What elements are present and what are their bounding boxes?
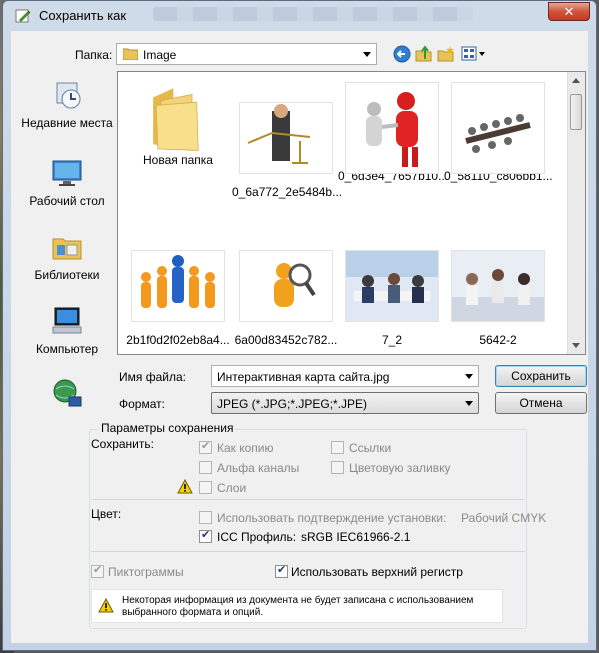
file-name: 2b1f0d2f02eb8a4... [126, 333, 230, 347]
warning-message-box: Некоторая информация из документа не буд… [91, 589, 503, 623]
proof-setup-checkbox[interactable] [199, 511, 212, 524]
folder-value: Image [143, 48, 177, 62]
chevron-down-icon[interactable] [465, 374, 473, 379]
dialog-body: Папка: Image Недавние места Рабочий стол… [11, 31, 588, 643]
uppercase-extension-label: Использовать верхний регистр [291, 565, 463, 579]
alpha-channels-checkbox[interactable] [199, 461, 212, 474]
as-copy-checkbox[interactable] [199, 439, 212, 454]
folder-dropdown[interactable]: Image [116, 43, 377, 65]
proof-setup-value: Рабочий CMYK [461, 511, 547, 525]
place-label: Недавние места [21, 116, 113, 130]
thumbnails-label: Пиктограммы [108, 565, 184, 579]
image-thumbnail [239, 250, 333, 322]
place-recent[interactable]: Недавние места [19, 79, 115, 130]
chevron-down-icon[interactable] [363, 52, 371, 57]
color-label: Цвет: [91, 507, 122, 521]
libraries-icon [52, 238, 82, 260]
close-button[interactable]: ✕ [548, 2, 590, 21]
save-label: Сохранить: [91, 437, 154, 451]
warning-text: Некоторая информация из документа не буд… [122, 595, 474, 618]
view-menu-icon[interactable] [461, 45, 487, 63]
vertical-scrollbar[interactable] [567, 72, 585, 354]
image-thumbnail [345, 82, 439, 174]
app-icon [15, 9, 31, 23]
window-title: Сохранить как [39, 8, 127, 23]
links-label: Ссылки [349, 441, 392, 455]
file-item[interactable]: 5642-2 [444, 250, 552, 347]
spot-colors-label: Цветовую заливку [349, 461, 451, 475]
desktop-icon [52, 160, 82, 186]
file-item[interactable]: 6a00d83452c782... [232, 250, 340, 347]
save-button[interactable]: Сохранить [495, 365, 587, 387]
layers-checkbox[interactable] [199, 481, 212, 494]
icc-profile-value: sRGB IEC61966-2.1 [301, 530, 411, 544]
computer-icon [52, 307, 82, 334]
as-copy-label: Как копию [217, 441, 274, 455]
image-thumbnail [131, 250, 225, 322]
image-thumbnail [451, 82, 545, 174]
icc-profile-label: ICC Профиль: [217, 530, 297, 544]
file-list[interactable]: Новая папка 0_6a772_2e5484b... 0_6d3e4_7… [117, 71, 586, 355]
network-icon [53, 379, 82, 407]
back-icon[interactable] [393, 45, 411, 63]
file-name: 0_6a772_2e5484b... [232, 185, 343, 199]
scroll-up-arrow-icon[interactable] [572, 78, 580, 83]
file-item[interactable]: Новая папка [124, 82, 232, 167]
uppercase-extension-checkbox[interactable] [275, 563, 288, 578]
filename-label: Имя файла: [119, 370, 186, 384]
place-label: Компьютер [35, 342, 99, 356]
title-bar[interactable]: Сохранить как ✕ [3, 1, 596, 31]
folder-icon [123, 48, 138, 60]
icc-profile-checkbox[interactable] [199, 528, 212, 543]
file-name: Новая папка [143, 153, 213, 167]
file-name: 7_2 [381, 333, 403, 347]
place-label: Рабочий стол [29, 194, 105, 208]
scrollbar-thumb[interactable] [570, 94, 582, 130]
place-computer[interactable]: Компьютер [19, 305, 115, 356]
recent-places-icon [56, 82, 81, 109]
chevron-down-icon[interactable] [465, 401, 473, 406]
save-options-title: Параметры сохранения [99, 421, 236, 435]
format-label: Формат: [119, 397, 165, 411]
layers-label: Слои [217, 481, 247, 495]
filename-value: Интерактивная карта сайта.jpg [217, 370, 390, 384]
file-item[interactable]: 2b1f0d2f02eb8a4... [124, 250, 232, 347]
warning-icon [98, 598, 114, 613]
folder-icon [132, 82, 224, 152]
filename-input[interactable]: Интерактивная карта сайта.jpg [211, 365, 479, 387]
divider [91, 499, 525, 500]
up-folder-icon[interactable] [415, 45, 433, 63]
format-dropdown[interactable]: JPEG (*.JPG;*.JPEG;*.JPE) [211, 392, 479, 414]
image-thumbnail [451, 250, 545, 322]
place-label: Библиотеки [34, 268, 100, 282]
title-bar-background [153, 7, 473, 21]
folder-label: Папка: [75, 48, 113, 62]
warning-icon [177, 479, 193, 494]
alpha-channels-label: Альфа каналы [217, 461, 300, 475]
save-as-dialog: Сохранить как ✕ Папка: Image Недавние ме… [2, 0, 597, 651]
links-checkbox[interactable] [331, 441, 344, 454]
place-libraries[interactable]: Библиотеки [19, 231, 115, 282]
place-desktop[interactable]: Рабочий стол [19, 157, 115, 208]
scroll-down-arrow-icon[interactable] [572, 343, 580, 348]
place-network[interactable] [19, 377, 115, 414]
file-item[interactable]: 7_2 [338, 250, 446, 347]
format-value: JPEG (*.JPG;*.JPEG;*.JPE) [217, 397, 368, 411]
new-folder-icon[interactable] [437, 45, 455, 63]
thumbnails-checkbox[interactable] [91, 563, 104, 578]
proof-setup-label: Использовать подтверждение установки: [217, 511, 447, 525]
places-bar: Недавние места Рабочий стол Библиотеки К… [19, 71, 115, 407]
file-item[interactable]: 0_6d3e4_7657b10... [338, 82, 448, 183]
file-item[interactable]: 0_58110_c806bb1... [444, 82, 553, 183]
file-name: 6a00d83452c782... [234, 333, 338, 347]
image-thumbnail [345, 250, 439, 322]
cancel-button[interactable]: Отмена [495, 392, 587, 414]
file-name: 5642-2 [479, 333, 517, 347]
file-item[interactable]: 0_6a772_2e5484b... [232, 102, 343, 199]
spot-colors-checkbox[interactable] [331, 461, 344, 474]
divider [91, 551, 525, 552]
image-thumbnail [239, 102, 333, 174]
